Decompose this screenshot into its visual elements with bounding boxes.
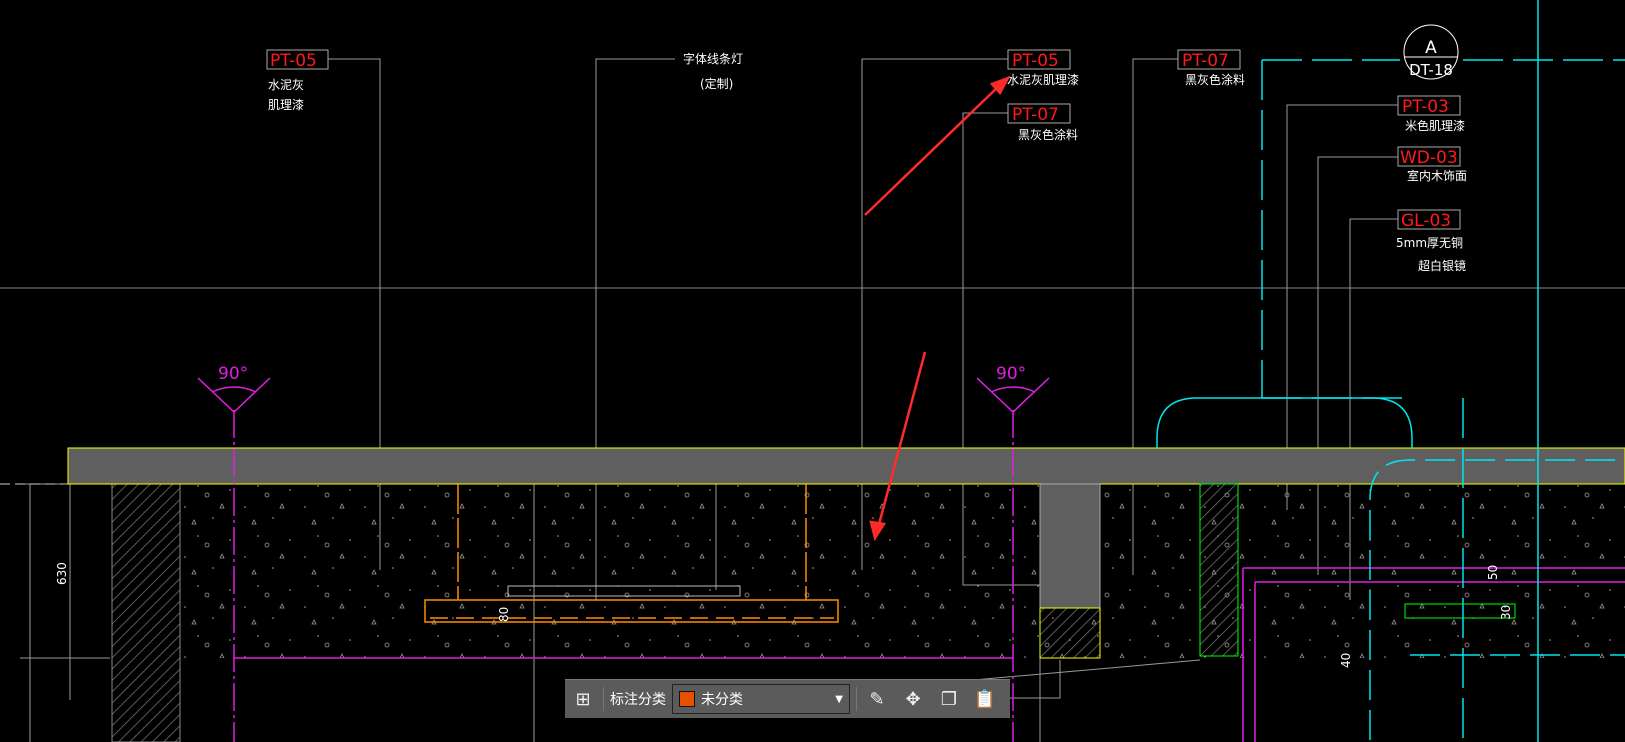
category-color-swatch <box>679 691 695 707</box>
divider <box>603 687 604 711</box>
material-tag[interactable]: PT-03 米色肌理漆 <box>1397 95 1465 133</box>
svg-text:DT-18: DT-18 <box>1409 61 1453 79</box>
dimension-label: 50 <box>1486 565 1500 580</box>
svg-text:PT-07: PT-07 <box>1012 105 1059 125</box>
paste-icon[interactable]: 📋 <box>967 680 1003 718</box>
light-note[interactable]: 字体线条灯 (定制) <box>683 51 743 91</box>
svg-text:超白银镜: 超白银镜 <box>1418 258 1466 273</box>
svg-text:GL-03: GL-03 <box>1401 211 1451 231</box>
category-value: 未分类 <box>701 692 743 708</box>
material-tag[interactable]: PT-05 水泥灰肌理漆 <box>1007 49 1079 87</box>
copy-icon[interactable]: ❐ <box>931 680 967 718</box>
edit-icon[interactable]: ✎ <box>859 680 895 718</box>
hatched-wall <box>111 483 181 742</box>
svg-text:黑灰色涂料: 黑灰色涂料 <box>1185 72 1245 87</box>
material-tag[interactable]: PT-05 水泥灰 肌理漆 <box>266 49 329 112</box>
svg-text:PT-07: PT-07 <box>1182 51 1229 71</box>
svg-text:PT-03: PT-03 <box>1402 97 1449 117</box>
svg-text:WD-03: WD-03 <box>1400 148 1458 168</box>
ceiling-slab <box>67 447 1625 485</box>
dimension-label: 30 <box>1499 605 1513 620</box>
divider <box>856 687 857 711</box>
svg-text:PT-05: PT-05 <box>270 51 317 71</box>
dimension-label: 40 <box>1339 653 1353 668</box>
annotation-toolbar: ⊞ 标注分类 未分类 ▼ ✎ ✥ ❐ 📋 <box>565 679 1010 718</box>
angle-label: 90° <box>218 364 248 384</box>
column-block <box>1039 483 1101 609</box>
chevron-down-icon: ▼ <box>835 693 843 705</box>
svg-text:肌理漆: 肌理漆 <box>268 98 304 112</box>
section-marker[interactable]: A DT-18 <box>1403 24 1459 80</box>
move-icon[interactable]: ✥ <box>895 680 931 718</box>
material-tag[interactable]: PT-07 黑灰色涂料 <box>1177 49 1245 87</box>
category-label: 标注分类 <box>610 692 666 708</box>
grid-icon[interactable]: ⊞ <box>565 680 601 718</box>
svg-text:PT-05: PT-05 <box>1012 51 1059 71</box>
cad-canvas[interactable]: PT-05 水泥灰 肌理漆 字体线条灯 (定制) PT-05 水泥灰肌理漆 PT… <box>0 0 1625 742</box>
dimension-label: 80 <box>497 607 511 622</box>
category-select[interactable]: 未分类 ▼ <box>672 684 850 714</box>
svg-text:5mm厚无铜: 5mm厚无铜 <box>1396 235 1463 250</box>
material-tag[interactable]: GL-03 5mm厚无铜 超白银镜 <box>1396 209 1466 273</box>
material-tag[interactable]: WD-03 室内木饰面 <box>1397 146 1467 183</box>
svg-text:A: A <box>1425 38 1437 58</box>
material-tag[interactable]: PT-07 黑灰色涂料 <box>1007 103 1078 142</box>
dimension-label: 630 <box>55 562 69 585</box>
column-hatch <box>1039 607 1101 659</box>
svg-text:米色肌理漆: 米色肌理漆 <box>1405 119 1465 133</box>
svg-text:水泥灰: 水泥灰 <box>268 78 304 92</box>
svg-text:水泥灰肌理漆: 水泥灰肌理漆 <box>1007 73 1079 87</box>
wood-panel <box>1199 483 1239 657</box>
svg-text:(定制): (定制) <box>700 76 733 91</box>
svg-text:字体线条灯: 字体线条灯 <box>683 51 743 66</box>
concrete-fill <box>180 484 1625 658</box>
svg-text:室内木饰面: 室内木饰面 <box>1407 168 1467 183</box>
svg-text:黑灰色涂料: 黑灰色涂料 <box>1018 127 1078 142</box>
angle-label: 90° <box>996 364 1026 384</box>
